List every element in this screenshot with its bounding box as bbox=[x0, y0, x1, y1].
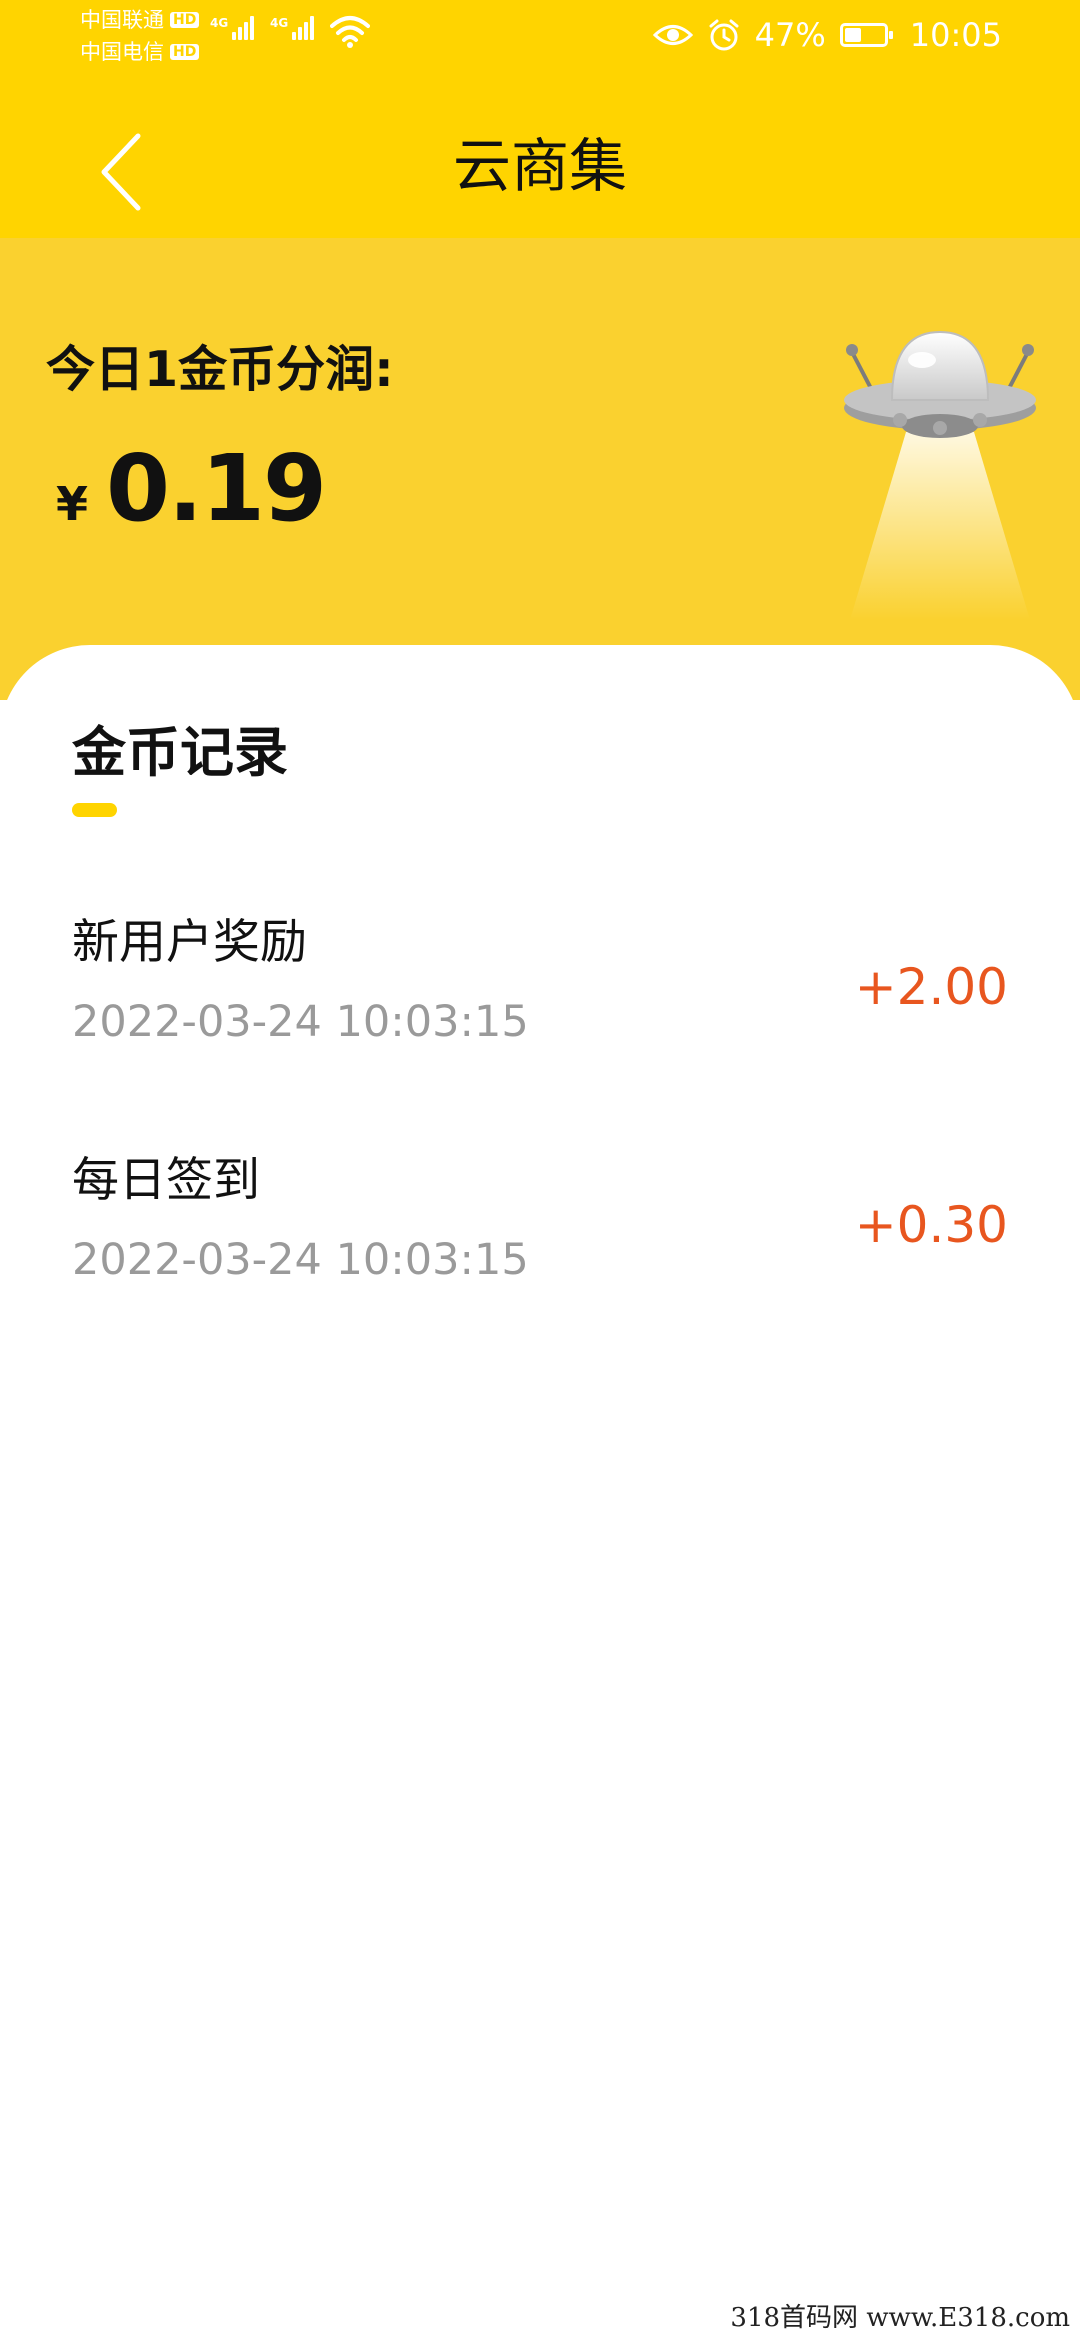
coin-records-card: 金币记录 新用户奖励 2022-03-24 10:03:15 +2.00 每日签… bbox=[0, 645, 1080, 2340]
earnings-amount: ¥ 0.19 bbox=[56, 435, 327, 542]
carrier-1-label: 中国联通 bbox=[80, 8, 164, 32]
record-amount: +2.00 bbox=[854, 958, 1008, 1016]
battery-level bbox=[844, 28, 861, 42]
record-time: 2022-03-24 10:03:15 bbox=[72, 997, 529, 1047]
status-bar: 中国联通 HD 中国电信 HD 4G 4G 47% 10:05 bbox=[0, 0, 1080, 74]
earnings-label: 今日1金币分润: bbox=[46, 341, 394, 398]
carrier-1: 中国联通 HD bbox=[80, 8, 200, 32]
section-title-underline bbox=[72, 803, 117, 817]
section-title: 金币记录 bbox=[72, 721, 288, 784]
record-time: 2022-03-24 10:03:15 bbox=[72, 1235, 529, 1285]
wifi-icon bbox=[330, 16, 370, 48]
carrier-2-label: 中国电信 bbox=[80, 40, 164, 64]
battery-icon bbox=[839, 23, 893, 47]
watermark: 318首码网 www.E318.com bbox=[720, 2298, 1080, 2340]
record-title: 新用户奖励 bbox=[72, 915, 307, 970]
record-amount: +0.30 bbox=[854, 1196, 1008, 1254]
status-right: 47% 10:05 bbox=[652, 16, 1002, 54]
eye-icon bbox=[652, 25, 693, 45]
currency-symbol: ¥ bbox=[56, 477, 89, 531]
status-time: 10:05 bbox=[909, 16, 1002, 54]
signal-icon: 4G bbox=[210, 16, 255, 40]
network-type-label: 4G bbox=[210, 16, 229, 30]
ufo-illustration bbox=[844, 330, 1036, 620]
hd-badge: HD bbox=[170, 12, 200, 28]
record-item[interactable]: 每日签到 2022-03-24 10:03:15 +0.30 bbox=[0, 1148, 1080, 1348]
earnings-value: 0.19 bbox=[106, 435, 327, 542]
record-item[interactable]: 新用户奖励 2022-03-24 10:03:15 +2.00 bbox=[0, 910, 1080, 1110]
network-type-label: 4G bbox=[270, 16, 289, 30]
battery-percent: 47% bbox=[754, 16, 826, 54]
record-title: 每日签到 bbox=[72, 1153, 260, 1208]
carrier-2: 中国电信 HD bbox=[80, 40, 200, 64]
alarm-icon bbox=[709, 19, 739, 51]
signal-icon: 4G bbox=[270, 16, 315, 40]
hd-badge: HD bbox=[170, 44, 200, 60]
page-title: 云商集 bbox=[452, 132, 627, 200]
